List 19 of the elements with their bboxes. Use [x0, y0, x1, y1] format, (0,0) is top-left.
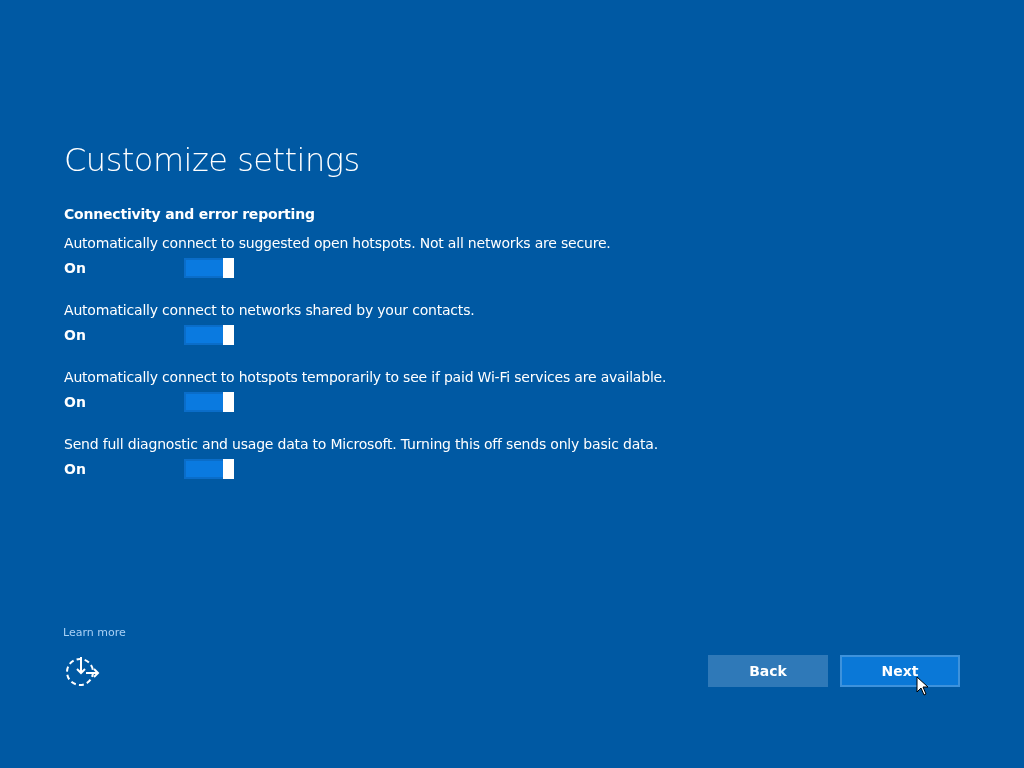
section-heading: Connectivity and error reporting: [64, 206, 316, 222]
back-button[interactable]: Back: [708, 655, 828, 687]
toggle-state-label: On: [64, 461, 87, 477]
toggle-switch[interactable]: [184, 258, 234, 278]
setting-description: Automatically connect to suggested open hotspots. Not all networks are secure.: [64, 234, 612, 252]
setting-description: Send full diagnostic and usage data to Microsoft. Turning this off sends only basic data.: [64, 435, 659, 453]
toggle-switch[interactable]: [184, 325, 234, 345]
ease-of-access-icon[interactable]: [64, 655, 100, 687]
page-title: Customize settings: [64, 140, 361, 180]
toggle-switch[interactable]: [184, 392, 234, 412]
next-button[interactable]: Next: [840, 655, 960, 687]
setting-description: Automatically connect to hotspots temporarily to see if paid Wi-Fi services are available.: [64, 368, 668, 386]
toggle-switch[interactable]: [184, 459, 234, 479]
mouse-cursor-icon: [916, 676, 929, 696]
setting-description: Automatically connect to networks shared by your contacts.: [64, 301, 476, 319]
toggle-state-label: On: [64, 327, 87, 343]
learn-more-link[interactable]: Learn more: [63, 626, 126, 639]
toggle-state-label: On: [64, 260, 87, 276]
toggle-state-label: On: [64, 394, 87, 410]
